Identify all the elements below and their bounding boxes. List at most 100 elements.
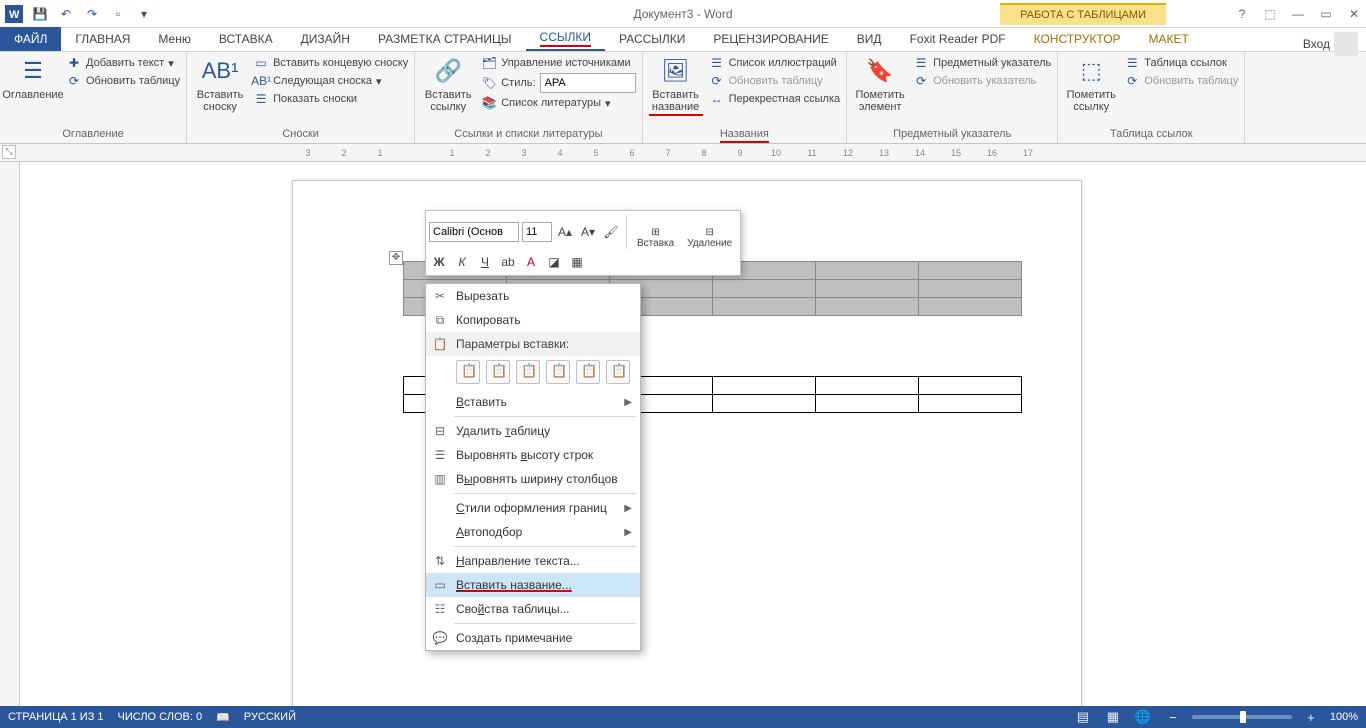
ctx-insert-caption[interactable]: ▭Вставить название...: [426, 573, 640, 597]
qat-customize-icon[interactable]: ▾: [134, 4, 154, 24]
paste-opt-1[interactable]: [456, 360, 480, 384]
view-print-icon[interactable]: ▦: [1102, 708, 1124, 726]
next-footnote-button[interactable]: AB¹Следующая сноска ▾: [253, 73, 408, 89]
ctx-border-styles[interactable]: Стили оформления границ▶: [426, 496, 640, 520]
insert-endnote-button[interactable]: ▭Вставить концевую сноску: [253, 55, 408, 71]
crossref-icon: ↔: [709, 91, 725, 107]
toc-icon: ☰: [17, 55, 49, 87]
grow-font-icon[interactable]: A▴: [555, 222, 575, 242]
insert-caption-button[interactable]: 🖼 Вставить название: [649, 55, 703, 116]
shrink-font-icon[interactable]: A▾: [578, 222, 598, 242]
shading-icon[interactable]: ◪: [544, 252, 564, 272]
paste-opt-6[interactable]: [606, 360, 630, 384]
status-language[interactable]: РУССКИЙ: [244, 711, 296, 723]
paste-opt-2[interactable]: [486, 360, 510, 384]
insert-index-button[interactable]: ☰Предметный указатель: [913, 55, 1051, 71]
manage-sources-button[interactable]: 🗂Управление источниками: [481, 55, 635, 71]
format-painter-icon[interactable]: 🖌: [601, 222, 621, 242]
bold-icon[interactable]: Ж: [429, 252, 449, 272]
ribbon-options-icon[interactable]: ⬚: [1258, 2, 1282, 26]
close-icon[interactable]: ✕: [1342, 2, 1366, 26]
borders-icon[interactable]: ▦: [567, 252, 587, 272]
table-props-icon: ☷: [432, 601, 448, 617]
ctx-text-direction[interactable]: ⇅Направление текста...: [426, 549, 640, 573]
ruler-corner[interactable]: ⤡: [2, 145, 16, 159]
ctx-paste[interactable]: Вставить▶: [426, 390, 640, 414]
table-move-handle[interactable]: ✥: [389, 251, 403, 265]
help-icon[interactable]: ?: [1230, 2, 1254, 26]
update-captions-button: ⟳Обновить таблицу: [709, 73, 841, 89]
zoom-percent[interactable]: 100%: [1330, 711, 1358, 723]
italic-icon[interactable]: К: [452, 252, 472, 272]
mark-entry-button[interactable]: 🔖 Пометить элемент: [853, 55, 907, 113]
tab-design[interactable]: ДИЗАЙН: [287, 27, 364, 51]
tab-mailings[interactable]: РАССЫЛКИ: [605, 27, 699, 51]
tab-foxit[interactable]: Foxit Reader PDF: [896, 27, 1020, 51]
ctx-distribute-cols[interactable]: ▥Выровнять ширину столбцов: [426, 467, 640, 491]
zoom-slider[interactable]: [1192, 715, 1292, 719]
new-doc-icon[interactable]: ▫: [108, 4, 128, 24]
view-read-icon[interactable]: ▤: [1072, 708, 1094, 726]
paste-opt-3[interactable]: [516, 360, 540, 384]
svg-text:W: W: [9, 9, 20, 21]
underline-icon[interactable]: Ч: [475, 252, 495, 272]
font-color-icon[interactable]: A: [521, 252, 541, 272]
mark-citation-button[interactable]: ⬚ Пометить ссылку: [1064, 55, 1118, 113]
paste-opt-5[interactable]: [576, 360, 600, 384]
insert-authorities-button[interactable]: ☰Таблица ссылок: [1124, 55, 1238, 71]
ctx-delete-table[interactable]: ⊟Удалить таблицу: [426, 419, 640, 443]
insert-footnote-button[interactable]: AB¹ Вставить сноску: [193, 55, 247, 113]
ruler-vertical[interactable]: [0, 162, 20, 706]
group-citations: 🔗 Вставить ссылку 🗂Управление источникам…: [415, 52, 642, 143]
ctx-table-properties[interactable]: ☷Свойства таблицы...: [426, 597, 640, 621]
minimize-icon[interactable]: —: [1286, 2, 1310, 26]
mini-insert-button[interactable]: ⊞Вставка: [632, 214, 679, 250]
show-footnotes-button[interactable]: ☰Показать сноски: [253, 91, 408, 107]
status-words[interactable]: ЧИСЛО СЛОВ: 0: [118, 711, 203, 723]
tab-maket[interactable]: МАКЕТ: [1135, 27, 1203, 51]
zoom-in-icon[interactable]: +: [1300, 708, 1322, 726]
tab-review[interactable]: РЕЦЕНЗИРОВАНИЕ: [699, 27, 842, 51]
tab-file[interactable]: ФАЙЛ: [0, 27, 61, 51]
window-title: Документ3 - Word: [633, 7, 732, 21]
insert-citation-button[interactable]: 🔗 Вставить ссылку: [421, 55, 475, 113]
ctx-new-comment[interactable]: 💬Создать примечание: [426, 626, 640, 650]
ruler-horizontal[interactable]: ⤡ 3211234567891011121314151617: [0, 144, 1366, 162]
tab-menu[interactable]: Меню: [144, 27, 204, 51]
bibliography-button[interactable]: 📚Список литературы ▾: [481, 95, 635, 111]
tab-constructor[interactable]: КОНСТРУКТОР: [1020, 27, 1135, 51]
cross-reference-button[interactable]: ↔Перекрестная ссылка: [709, 91, 841, 107]
update-icon: ⟳: [913, 73, 929, 89]
tab-home[interactable]: ГЛАВНАЯ: [61, 27, 144, 51]
citation-icon: 🔗: [432, 55, 464, 87]
mini-font-select[interactable]: [429, 222, 519, 242]
delete-table-icon: ⊟: [432, 423, 448, 439]
zoom-out-icon[interactable]: −: [1162, 708, 1184, 726]
ctx-distribute-rows[interactable]: ☰Выровнять высоту строк: [426, 443, 640, 467]
citation-style-select[interactable]: [540, 73, 636, 93]
table-tools-context-title: РАБОТА С ТАБЛИЦАМИ: [1000, 3, 1166, 25]
tab-insert[interactable]: ВСТАВКА: [205, 27, 287, 51]
update-toc-button[interactable]: ⟳Обновить таблицу: [66, 73, 180, 89]
save-icon[interactable]: 💾: [30, 4, 50, 24]
status-proofing-icon[interactable]: 📖: [216, 711, 230, 724]
toc-button[interactable]: ☰ Оглавление: [6, 55, 60, 101]
mini-size-select[interactable]: [522, 222, 552, 242]
status-page[interactable]: СТРАНИЦА 1 ИЗ 1: [8, 711, 104, 723]
tab-layout[interactable]: РАЗМЕТКА СТРАНИЦЫ: [364, 27, 526, 51]
list-of-figures-button[interactable]: ☰Список иллюстраций: [709, 55, 841, 71]
highlight-icon[interactable]: ab: [498, 252, 518, 272]
paste-opt-4[interactable]: [546, 360, 570, 384]
mini-delete-button[interactable]: ⊟Удаление: [682, 214, 737, 250]
redo-icon[interactable]: ↷: [82, 4, 102, 24]
login-button[interactable]: Вход: [1303, 32, 1358, 56]
ctx-autofit[interactable]: Автоподбор▶: [426, 520, 640, 544]
ctx-cut[interactable]: ✂Вырезать: [426, 284, 640, 308]
view-web-icon[interactable]: 🌐: [1132, 708, 1154, 726]
undo-icon[interactable]: ↶: [56, 4, 76, 24]
tab-view[interactable]: ВИД: [843, 27, 896, 51]
ctx-copy[interactable]: ⧉Копировать: [426, 308, 640, 332]
tab-references[interactable]: ССЫЛКИ: [526, 25, 605, 51]
maximize-icon[interactable]: ▭: [1314, 2, 1338, 26]
add-text-button[interactable]: ✚Добавить текст ▾: [66, 55, 180, 71]
